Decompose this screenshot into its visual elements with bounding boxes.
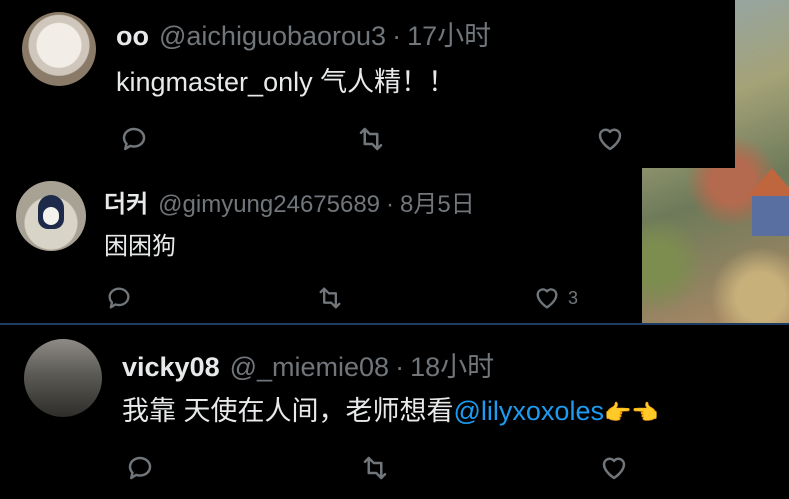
retweet-icon	[363, 456, 387, 480]
retweet-button[interactable]	[314, 284, 346, 312]
tweet-header: oo @aichiguobaorou3 · 17小时	[116, 14, 491, 53]
timestamp[interactable]: 8月5日	[400, 184, 475, 219]
heart-icon	[602, 457, 626, 480]
tweet-header: vicky08 @_miemie08 · 18小时	[122, 345, 494, 384]
separator: ·	[392, 21, 402, 51]
like-button[interactable]	[598, 453, 630, 483]
pointing-hands-emoji: 👉👈	[603, 400, 659, 425]
display-name[interactable]: vicky08	[122, 352, 220, 383]
like-button[interactable]	[594, 124, 626, 154]
retweet-icon	[319, 287, 341, 309]
painting-roof	[748, 168, 789, 196]
timestamp[interactable]: 17小时	[407, 14, 491, 53]
avatar[interactable]	[24, 339, 102, 417]
tweet-card[interactable]: vicky08 @_miemie08 · 18小时 我靠 天使在人间，老师想看@…	[0, 323, 789, 499]
heart-icon	[598, 128, 622, 151]
separator: ·	[386, 191, 395, 218]
reply-button[interactable]	[124, 453, 156, 483]
retweet-icon	[359, 127, 383, 151]
user-handle[interactable]: @_miemie08	[230, 352, 389, 383]
reply-button[interactable]	[104, 284, 134, 312]
like-count: 3	[568, 287, 579, 308]
tweet-text: 我靠 天使在人间，老师想看@lilyxoxoles👉👈	[122, 389, 659, 428]
avatar-penguin-belly	[43, 207, 59, 225]
tweet-header: 더커 @gimyung24675689 · 8月5日	[104, 184, 475, 219]
display-name[interactable]: 더커	[104, 184, 148, 219]
tweet-card[interactable]: oo @aichiguobaorou3 · 17小时 kingmaster_on…	[0, 0, 735, 168]
tweet-text-content: 我靠 天使在人间，老师想看	[122, 396, 454, 426]
tweet-text: kingmaster_only 气人精！！	[116, 67, 456, 97]
separator: ·	[395, 352, 405, 382]
painting-wall	[752, 196, 789, 236]
reply-icon	[108, 287, 130, 309]
retweet-button[interactable]	[358, 453, 392, 483]
display-name[interactable]: oo	[116, 21, 149, 52]
reply-icon	[128, 456, 152, 480]
retweet-button[interactable]	[354, 124, 388, 154]
heart-icon	[536, 288, 558, 309]
tweet-card[interactable]: 더커 @gimyung24675689 · 8月5日 困困狗 3	[0, 168, 642, 323]
like-button[interactable]: 3	[532, 284, 578, 312]
user-handle[interactable]: @aichiguobaorou3	[159, 21, 386, 52]
timestamp[interactable]: 18小时	[410, 345, 494, 384]
avatar[interactable]	[16, 181, 86, 251]
mention-link[interactable]: @lilyxoxoles	[454, 396, 604, 426]
user-handle[interactable]: @gimyung24675689	[158, 191, 380, 219]
reply-button[interactable]	[118, 124, 150, 154]
avatar[interactable]	[22, 12, 96, 86]
tweet-text: 困困狗	[104, 233, 176, 260]
reply-icon	[122, 127, 146, 151]
